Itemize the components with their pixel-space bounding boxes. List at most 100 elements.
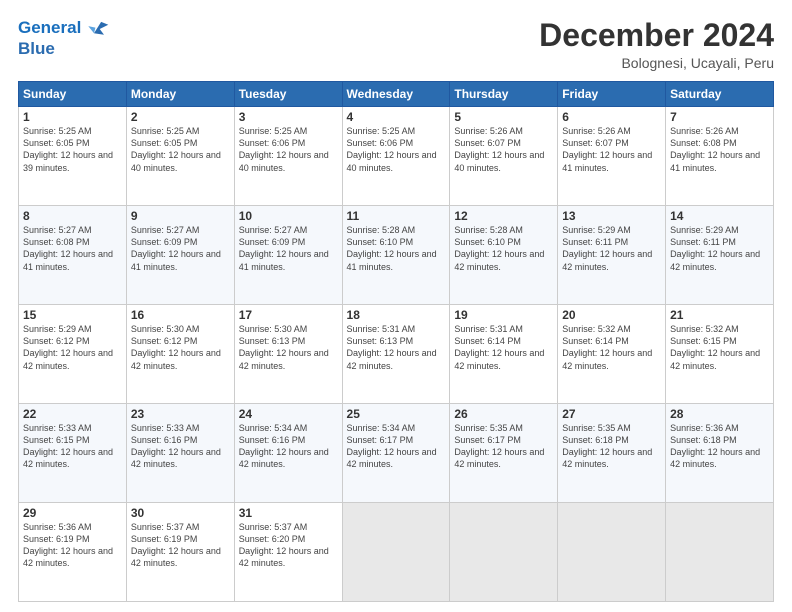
day-number-5: 5 xyxy=(454,110,553,124)
day-number-7: 7 xyxy=(670,110,769,124)
day-header-thursday: Thursday xyxy=(450,82,558,107)
calendar-cell-18: 18Sunrise: 5:31 AMSunset: 6:13 PMDayligh… xyxy=(342,305,450,404)
day-info-11: Sunrise: 5:28 AMSunset: 6:10 PMDaylight:… xyxy=(347,224,446,273)
calendar-cell-11: 11Sunrise: 5:28 AMSunset: 6:10 PMDayligh… xyxy=(342,206,450,305)
calendar-cell-3: 3Sunrise: 5:25 AMSunset: 6:06 PMDaylight… xyxy=(234,107,342,206)
day-header-wednesday: Wednesday xyxy=(342,82,450,107)
day-number-9: 9 xyxy=(131,209,230,223)
day-number-19: 19 xyxy=(454,308,553,322)
calendar-cell-29: 29Sunrise: 5:36 AMSunset: 6:19 PMDayligh… xyxy=(19,503,127,602)
day-number-14: 14 xyxy=(670,209,769,223)
day-number-20: 20 xyxy=(562,308,661,322)
day-info-25: Sunrise: 5:34 AMSunset: 6:17 PMDaylight:… xyxy=(347,422,446,471)
calendar-cell-22: 22Sunrise: 5:33 AMSunset: 6:15 PMDayligh… xyxy=(19,404,127,503)
calendar-cell-21: 21Sunrise: 5:32 AMSunset: 6:15 PMDayligh… xyxy=(666,305,774,404)
day-info-17: Sunrise: 5:30 AMSunset: 6:13 PMDaylight:… xyxy=(239,323,338,372)
day-info-12: Sunrise: 5:28 AMSunset: 6:10 PMDaylight:… xyxy=(454,224,553,273)
calendar-cell-13: 13Sunrise: 5:29 AMSunset: 6:11 PMDayligh… xyxy=(558,206,666,305)
calendar-week-4: 22Sunrise: 5:33 AMSunset: 6:15 PMDayligh… xyxy=(19,404,774,503)
day-number-21: 21 xyxy=(670,308,769,322)
calendar-cell-empty xyxy=(558,503,666,602)
day-number-18: 18 xyxy=(347,308,446,322)
logo-general: General xyxy=(18,18,81,37)
day-info-28: Sunrise: 5:36 AMSunset: 6:18 PMDaylight:… xyxy=(670,422,769,471)
day-info-8: Sunrise: 5:27 AMSunset: 6:08 PMDaylight:… xyxy=(23,224,122,273)
day-info-10: Sunrise: 5:27 AMSunset: 6:09 PMDaylight:… xyxy=(239,224,338,273)
calendar-cell-27: 27Sunrise: 5:35 AMSunset: 6:18 PMDayligh… xyxy=(558,404,666,503)
day-info-24: Sunrise: 5:34 AMSunset: 6:16 PMDaylight:… xyxy=(239,422,338,471)
calendar-cell-8: 8Sunrise: 5:27 AMSunset: 6:08 PMDaylight… xyxy=(19,206,127,305)
calendar-cell-12: 12Sunrise: 5:28 AMSunset: 6:10 PMDayligh… xyxy=(450,206,558,305)
calendar-cell-empty xyxy=(450,503,558,602)
calendar-cell-24: 24Sunrise: 5:34 AMSunset: 6:16 PMDayligh… xyxy=(234,404,342,503)
calendar-cell-25: 25Sunrise: 5:34 AMSunset: 6:17 PMDayligh… xyxy=(342,404,450,503)
calendar-cell-17: 17Sunrise: 5:30 AMSunset: 6:13 PMDayligh… xyxy=(234,305,342,404)
day-number-31: 31 xyxy=(239,506,338,520)
day-info-23: Sunrise: 5:33 AMSunset: 6:16 PMDaylight:… xyxy=(131,422,230,471)
day-info-27: Sunrise: 5:35 AMSunset: 6:18 PMDaylight:… xyxy=(562,422,661,471)
day-header-tuesday: Tuesday xyxy=(234,82,342,107)
day-number-26: 26 xyxy=(454,407,553,421)
day-info-13: Sunrise: 5:29 AMSunset: 6:11 PMDaylight:… xyxy=(562,224,661,273)
day-info-15: Sunrise: 5:29 AMSunset: 6:12 PMDaylight:… xyxy=(23,323,122,372)
day-info-9: Sunrise: 5:27 AMSunset: 6:09 PMDaylight:… xyxy=(131,224,230,273)
day-info-29: Sunrise: 5:36 AMSunset: 6:19 PMDaylight:… xyxy=(23,521,122,570)
day-number-28: 28 xyxy=(670,407,769,421)
day-number-15: 15 xyxy=(23,308,122,322)
calendar-cell-14: 14Sunrise: 5:29 AMSunset: 6:11 PMDayligh… xyxy=(666,206,774,305)
calendar-week-3: 15Sunrise: 5:29 AMSunset: 6:12 PMDayligh… xyxy=(19,305,774,404)
calendar-cell-1: 1Sunrise: 5:25 AMSunset: 6:05 PMDaylight… xyxy=(19,107,127,206)
day-number-6: 6 xyxy=(562,110,661,124)
day-header-saturday: Saturday xyxy=(666,82,774,107)
calendar-cell-empty xyxy=(342,503,450,602)
title-block: December 2024 Bolognesi, Ucayali, Peru xyxy=(539,18,774,71)
day-number-10: 10 xyxy=(239,209,338,223)
calendar-week-1: 1Sunrise: 5:25 AMSunset: 6:05 PMDaylight… xyxy=(19,107,774,206)
calendar-cell-empty xyxy=(666,503,774,602)
day-info-1: Sunrise: 5:25 AMSunset: 6:05 PMDaylight:… xyxy=(23,125,122,174)
calendar-cell-7: 7Sunrise: 5:26 AMSunset: 6:08 PMDaylight… xyxy=(666,107,774,206)
day-info-16: Sunrise: 5:30 AMSunset: 6:12 PMDaylight:… xyxy=(131,323,230,372)
day-header-sunday: Sunday xyxy=(19,82,127,107)
calendar-cell-31: 31Sunrise: 5:37 AMSunset: 6:20 PMDayligh… xyxy=(234,503,342,602)
day-info-22: Sunrise: 5:33 AMSunset: 6:15 PMDaylight:… xyxy=(23,422,122,471)
day-number-13: 13 xyxy=(562,209,661,223)
main-title: December 2024 xyxy=(539,18,774,53)
day-info-19: Sunrise: 5:31 AMSunset: 6:14 PMDaylight:… xyxy=(454,323,553,372)
calendar-cell-10: 10Sunrise: 5:27 AMSunset: 6:09 PMDayligh… xyxy=(234,206,342,305)
day-info-6: Sunrise: 5:26 AMSunset: 6:07 PMDaylight:… xyxy=(562,125,661,174)
day-info-3: Sunrise: 5:25 AMSunset: 6:06 PMDaylight:… xyxy=(239,125,338,174)
day-number-8: 8 xyxy=(23,209,122,223)
calendar-table: SundayMondayTuesdayWednesdayThursdayFrid… xyxy=(18,81,774,602)
day-number-29: 29 xyxy=(23,506,122,520)
day-number-27: 27 xyxy=(562,407,661,421)
day-number-3: 3 xyxy=(239,110,338,124)
calendar-cell-20: 20Sunrise: 5:32 AMSunset: 6:14 PMDayligh… xyxy=(558,305,666,404)
day-number-30: 30 xyxy=(131,506,230,520)
calendar-cell-30: 30Sunrise: 5:37 AMSunset: 6:19 PMDayligh… xyxy=(126,503,234,602)
calendar-cell-26: 26Sunrise: 5:35 AMSunset: 6:17 PMDayligh… xyxy=(450,404,558,503)
day-number-2: 2 xyxy=(131,110,230,124)
calendar-body: 1Sunrise: 5:25 AMSunset: 6:05 PMDaylight… xyxy=(19,107,774,602)
day-info-21: Sunrise: 5:32 AMSunset: 6:15 PMDaylight:… xyxy=(670,323,769,372)
day-number-22: 22 xyxy=(23,407,122,421)
day-number-25: 25 xyxy=(347,407,446,421)
calendar-cell-6: 6Sunrise: 5:26 AMSunset: 6:07 PMDaylight… xyxy=(558,107,666,206)
calendar-cell-4: 4Sunrise: 5:25 AMSunset: 6:06 PMDaylight… xyxy=(342,107,450,206)
day-info-5: Sunrise: 5:26 AMSunset: 6:07 PMDaylight:… xyxy=(454,125,553,174)
calendar-cell-28: 28Sunrise: 5:36 AMSunset: 6:18 PMDayligh… xyxy=(666,404,774,503)
day-info-31: Sunrise: 5:37 AMSunset: 6:20 PMDaylight:… xyxy=(239,521,338,570)
day-info-26: Sunrise: 5:35 AMSunset: 6:17 PMDaylight:… xyxy=(454,422,553,471)
calendar-cell-16: 16Sunrise: 5:30 AMSunset: 6:12 PMDayligh… xyxy=(126,305,234,404)
day-info-4: Sunrise: 5:25 AMSunset: 6:06 PMDaylight:… xyxy=(347,125,446,174)
logo-blue: Blue xyxy=(18,39,110,59)
subtitle: Bolognesi, Ucayali, Peru xyxy=(539,55,774,71)
day-of-week-header-row: SundayMondayTuesdayWednesdayThursdayFrid… xyxy=(19,82,774,107)
day-info-30: Sunrise: 5:37 AMSunset: 6:19 PMDaylight:… xyxy=(131,521,230,570)
calendar-cell-23: 23Sunrise: 5:33 AMSunset: 6:16 PMDayligh… xyxy=(126,404,234,503)
day-number-12: 12 xyxy=(454,209,553,223)
day-number-17: 17 xyxy=(239,308,338,322)
day-info-18: Sunrise: 5:31 AMSunset: 6:13 PMDaylight:… xyxy=(347,323,446,372)
day-number-1: 1 xyxy=(23,110,122,124)
day-info-2: Sunrise: 5:25 AMSunset: 6:05 PMDaylight:… xyxy=(131,125,230,174)
